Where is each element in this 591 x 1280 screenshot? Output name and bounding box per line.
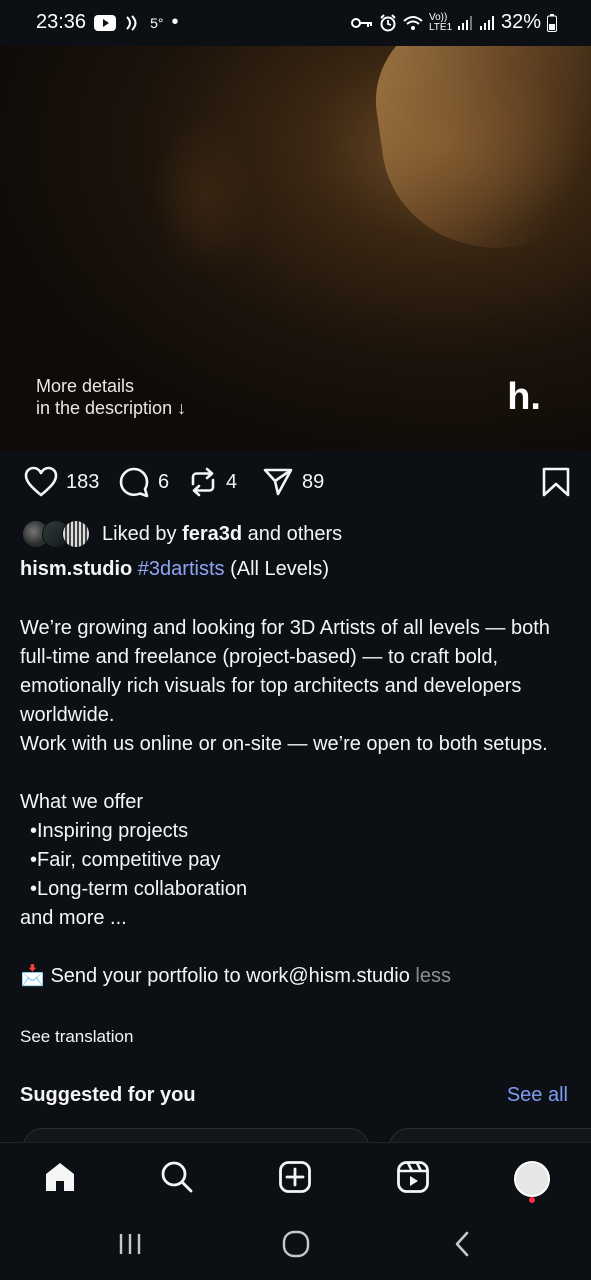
recents-icon — [117, 1232, 143, 1261]
vpn-key-icon — [350, 16, 373, 30]
offer-title: What we offer — [20, 791, 144, 813]
signal-icon-1 — [457, 15, 473, 31]
liked-by-prefix: Liked by — [102, 522, 183, 545]
media-note: More details in the description ↓ — [36, 375, 186, 419]
youtube-icon — [94, 14, 117, 31]
nav-search[interactable] — [157, 1159, 197, 1199]
studio-logo: h. — [507, 376, 541, 418]
reels-icon — [396, 1160, 430, 1199]
media-light-streak — [364, 46, 591, 263]
portfolio-line: 📩 Send your portfolio to work@hism.studi… — [20, 962, 575, 991]
save-button[interactable] — [541, 466, 571, 503]
suggested-cards — [0, 1128, 591, 1142]
status-dot: • — [171, 11, 179, 33]
status-network-label: Vo)) LTE1 — [428, 11, 453, 33]
liked-by-suffix: and others — [242, 522, 343, 545]
send-icon — [262, 466, 294, 498]
envelope-icon: 📩 — [20, 965, 45, 987]
heart-icon — [24, 466, 58, 498]
nav-reels[interactable] — [393, 1159, 433, 1199]
offer-bullet: •Long-term collaboration — [30, 878, 248, 900]
share-button[interactable]: 89 — [262, 466, 324, 498]
caption-body: We’re growing and looking for 3D Artists… — [20, 614, 575, 991]
portfolio-text: Send your portfolio to work@hism.studio — [44, 965, 416, 987]
home-icon — [43, 1160, 77, 1199]
like-count: 183 — [66, 470, 100, 493]
caption-paragraph-2: Work with us online or on-site — we’re o… — [20, 733, 548, 755]
home-circle-icon — [282, 1230, 310, 1263]
wifi-icon — [403, 15, 423, 31]
bottom-nav — [0, 1142, 591, 1217]
media-note-line1: More details — [36, 376, 135, 396]
status-time: 23:36 — [36, 11, 87, 33]
alarm-icon — [379, 13, 397, 32]
comment-button[interactable]: 6 — [118, 466, 169, 498]
liker-avatars — [22, 520, 94, 548]
see-translation-button[interactable]: See translation — [20, 1027, 133, 1047]
media-shadow — [150, 116, 260, 276]
system-nav — [0, 1216, 591, 1280]
suggested-title: Suggested for you — [20, 1084, 196, 1106]
post-media[interactable]: More details in the description ↓ h. — [0, 46, 591, 450]
repost-button[interactable]: 4 — [188, 466, 237, 498]
caption-tag-suffix: (All Levels) — [224, 558, 329, 580]
back-icon — [452, 1230, 472, 1263]
create-icon — [278, 1160, 312, 1199]
liked-by-user[interactable]: fera3d — [182, 523, 242, 545]
home-system-button[interactable] — [276, 1230, 316, 1262]
caption-username[interactable]: hism.studio — [20, 558, 132, 580]
repost-count: 4 — [226, 470, 238, 493]
back-button[interactable] — [442, 1230, 482, 1262]
nav-profile[interactable] — [512, 1159, 552, 1199]
caption-paragraph-1: We’re growing and looking for 3D Artists… — [20, 617, 550, 726]
nfc-icon — [124, 14, 142, 32]
suggested-header: Suggested for you See all — [20, 1084, 568, 1107]
like-button[interactable]: 183 — [24, 466, 99, 498]
post-actions: 183 6 4 89 — [0, 462, 591, 506]
suggested-card[interactable] — [22, 1128, 370, 1142]
signal-icon-2 — [479, 15, 495, 31]
comment-icon — [118, 466, 150, 498]
liked-by-row[interactable]: Liked by fera3d and others — [22, 518, 342, 550]
liked-by-text: Liked by fera3d and others — [102, 523, 342, 546]
status-bar: 23:36 5° • Vo)) LTE1 32% — [0, 0, 591, 46]
status-left: 23:36 5° • — [36, 11, 178, 34]
repost-icon — [188, 466, 218, 498]
recents-button[interactable] — [110, 1230, 150, 1262]
avatar — [62, 520, 90, 548]
nav-home[interactable] — [40, 1159, 80, 1199]
comment-count: 6 — [158, 470, 170, 493]
notification-dot — [529, 1197, 535, 1203]
caption-more: and more ... — [20, 907, 127, 929]
share-count: 89 — [302, 470, 325, 493]
status-battery-percent: 32% — [500, 11, 541, 33]
see-all-button[interactable]: See all — [507, 1084, 568, 1107]
status-temperature: 5° — [150, 14, 164, 31]
profile-avatar — [514, 1161, 550, 1197]
caption-hashtag[interactable]: #3dartists — [138, 558, 225, 580]
less-button[interactable]: less — [415, 965, 451, 987]
status-right: Vo)) LTE1 32% — [350, 11, 557, 34]
bookmark-icon — [541, 467, 571, 502]
caption-head: hism.studio #3dartists (All Levels) — [20, 556, 329, 582]
nav-create[interactable] — [275, 1159, 315, 1199]
suggested-card[interactable] — [388, 1128, 591, 1142]
offer-bullet: •Inspiring projects — [30, 820, 189, 842]
battery-icon — [547, 13, 557, 32]
search-icon — [160, 1160, 194, 1199]
offer-bullet: •Fair, competitive pay — [30, 849, 221, 871]
media-note-line2: in the description ↓ — [36, 398, 187, 418]
